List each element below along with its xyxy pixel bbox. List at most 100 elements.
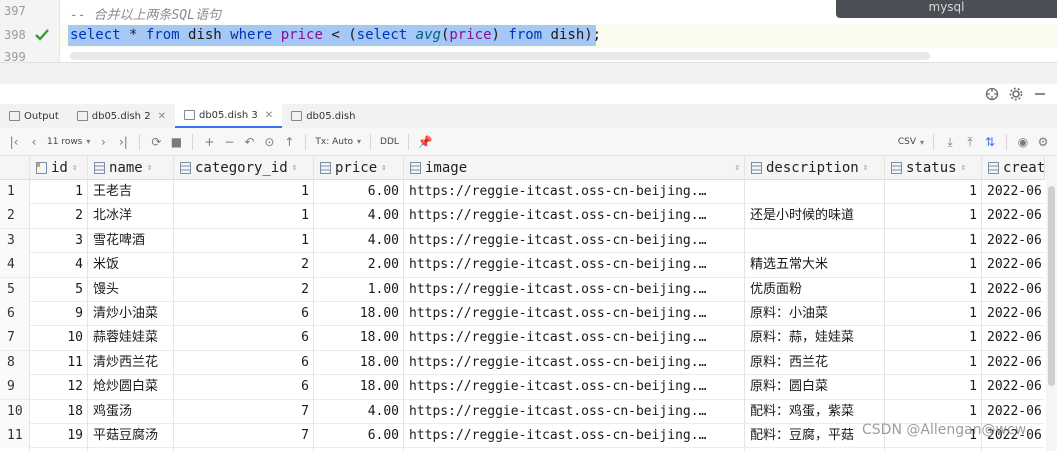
table-row[interactable]: 4 4 米饭 2 2.00 https://reggie-itcast.oss-cn-be… [0,253,1045,278]
cell-create-time[interactable]: 2022-06 [982,278,1045,302]
cell-create-time[interactable]: 2022-06 [982,351,1045,375]
cell-status[interactable]: 1 [885,351,982,375]
cell-name[interactable]: 清炒西兰花 [88,351,174,375]
cell-id[interactable]: 4 [30,253,88,277]
tab-db05-dish-3[interactable]: db05.dish 3 ✕ [174,104,283,128]
cell-category-id[interactable]: 6 [174,351,314,375]
cell-image[interactable]: https://reggie-itcast.oss-cn-beijing.… [404,326,745,350]
tx-mode-selector[interactable]: Tx: Auto ▾ [312,132,364,152]
cell-image[interactable]: https://reggie-itcast.oss-cn-beijing.… [404,302,745,326]
column-header-price[interactable]: price ⇕ [314,156,404,180]
table-row[interactable]: 3 3 雪花啤酒 1 4.00 https://reggie-itcast.oss-cn-… [0,228,1045,254]
cell-id[interactable]: 9 [30,302,88,326]
cell-create-time[interactable]: 2022-06 [982,326,1045,350]
add-row-icon[interactable]: + [199,132,219,152]
cell-create-time[interactable]: 2022-06 [982,400,1045,424]
cell-name[interactable]: 平菇豆腐汤 [88,424,174,448]
cell-id[interactable]: 1 [30,180,88,204]
cell-price[interactable]: 18.00 [314,326,404,350]
cell-description[interactable]: 原料：小油菜 [745,302,885,326]
cell-name[interactable]: 王老吉 [88,180,174,204]
cell-status[interactable]: 1 [885,400,982,424]
cell-price[interactable]: 1.00 [314,278,404,302]
cell-name[interactable]: 清炒小油菜 [88,302,174,326]
cell-name[interactable]: 鸡蛋汤 [88,400,174,424]
cell-image[interactable]: https://reggie-itcast.oss-cn-beijing.… [404,180,745,204]
table-row[interactable]: 1 1 王老吉 1 6.00 https://reggie-itcast.oss-cn-b… [0,180,1045,205]
cell-status[interactable]: 1 [885,375,982,399]
cell-price[interactable]: 18.00 [314,375,404,399]
cell-create-time[interactable]: 2022-06 [982,375,1045,399]
cell-category-id[interactable]: 6 [174,375,314,399]
cell-category-id[interactable]: 1 [174,229,314,253]
next-page-icon[interactable]: › [93,132,113,152]
cell-price[interactable]: 6.00 [314,424,404,448]
submit-icon[interactable]: ↑ [279,132,299,152]
gear-icon[interactable] [1009,87,1023,101]
cell-status[interactable]: 1 [885,278,982,302]
cell-create-time[interactable]: 2022-06 [982,253,1045,277]
tab-db05-dish-2[interactable]: db05.dish 2 ✕ [68,104,175,128]
cell-status[interactable]: 1 [885,253,982,277]
upload-icon[interactable]: ⤒ [960,132,980,152]
cell-category-id[interactable]: 7 [174,400,314,424]
cell-image[interactable]: https://reggie-itcast.oss-cn-beijing.… [404,204,745,228]
cell-description[interactable]: 配料：鸡蛋，紫菜 [745,400,885,424]
cell-category-id[interactable]: 1 [174,180,314,204]
cell-id[interactable]: 11 [30,351,88,375]
cell-name[interactable]: 馒头 [88,278,174,302]
tab-db05-dish[interactable]: db05.dish [282,104,364,128]
minimize-icon[interactable] [1033,87,1047,101]
cell-price[interactable]: 4.00 [314,400,404,424]
column-header-category-id[interactable]: category_id ⇕ [174,156,314,180]
cell-price[interactable]: 18.00 [314,302,404,326]
prev-page-icon[interactable]: ‹ [24,132,44,152]
cell-price[interactable]: 4.00 [314,204,404,228]
cell-name[interactable]: 北冰洋 [88,204,174,228]
export-format-selector[interactable]: CSV ▾ [895,132,927,152]
result-grid[interactable]: id ⇕ name ⇕ category_id ⇕ price ⇕ image ⇕ descript… [0,156,1045,451]
scrollbar-thumb[interactable] [1048,186,1055,386]
settings-icon[interactable]: ⚙ [1033,132,1053,152]
sort-icon[interactable]: ⇕ [735,163,740,173]
rows-count-selector[interactable]: 11 rows ▾ [44,132,93,152]
cell-category-id[interactable]: 6 [174,326,314,350]
table-row[interactable]: 7 10 蒜蓉娃娃菜 6 18.00 https://reggie-itcast.oss-… [0,326,1045,351]
cell-status[interactable]: 1 [885,302,982,326]
sql-editor[interactable]: 397 398 399 -- 合并以上两条SQL语句 select * from… [0,0,1057,62]
cell-description[interactable]: 精选五常大米 [745,253,885,277]
download-icon[interactable]: ⤓ [940,132,960,152]
cell-category-id[interactable]: 2 [174,253,314,277]
cell-create-time[interactable]: 2022-06 [982,204,1045,228]
preview-icon[interactable]: ⊙ [259,132,279,152]
cell-description[interactable] [745,180,885,204]
cell-description[interactable]: 原料：蒜，娃娃菜 [745,326,885,350]
table-row[interactable]: 5 5 馒头 2 1.00 https://reggie-itcast.oss-cn-be… [0,277,1045,302]
cell-description[interactable]: 原料：西兰花 [745,351,885,375]
tab-output[interactable]: Output [0,104,68,128]
delete-row-icon[interactable]: − [219,132,239,152]
table-row[interactable]: 2 2 北冰洋 1 4.00 https://reggie-itcast.oss-cn-b… [0,204,1045,229]
cell-price[interactable]: 4.00 [314,229,404,253]
sql-statement[interactable]: select * from dish where price < (select… [70,27,601,43]
sort-icon[interactable]: ⇕ [381,163,386,173]
last-page-icon[interactable]: ›| [113,132,133,152]
table-row[interactable]: 8 11 清炒西兰花 6 18.00 https://reggie-itcast.oss-… [0,350,1045,376]
close-icon[interactable]: ✕ [158,111,166,122]
panel-divider[interactable] [0,62,1057,84]
cell-status[interactable]: 1 [885,180,982,204]
cell-image[interactable]: https://reggie-itcast.oss-cn-beijing.… [404,278,745,302]
refresh-icon[interactable]: ⟳ [146,132,166,152]
cell-id[interactable]: 3 [30,229,88,253]
cell-create-time[interactable]: 2022-06 [982,229,1045,253]
cell-category-id[interactable]: 7 [174,424,314,448]
view-icon[interactable]: ◉ [1013,132,1033,152]
column-header-creat[interactable]: creat [982,156,1045,180]
column-header-id[interactable]: id ⇕ [30,156,88,180]
crosshair-icon[interactable] [985,87,999,101]
sort-icon[interactable]: ⇕ [863,163,868,173]
cell-image[interactable]: https://reggie-itcast.oss-cn-beijing.… [404,424,745,448]
cell-price[interactable]: 18.00 [314,351,404,375]
cell-status[interactable]: 1 [885,326,982,350]
cell-id[interactable]: 5 [30,278,88,302]
